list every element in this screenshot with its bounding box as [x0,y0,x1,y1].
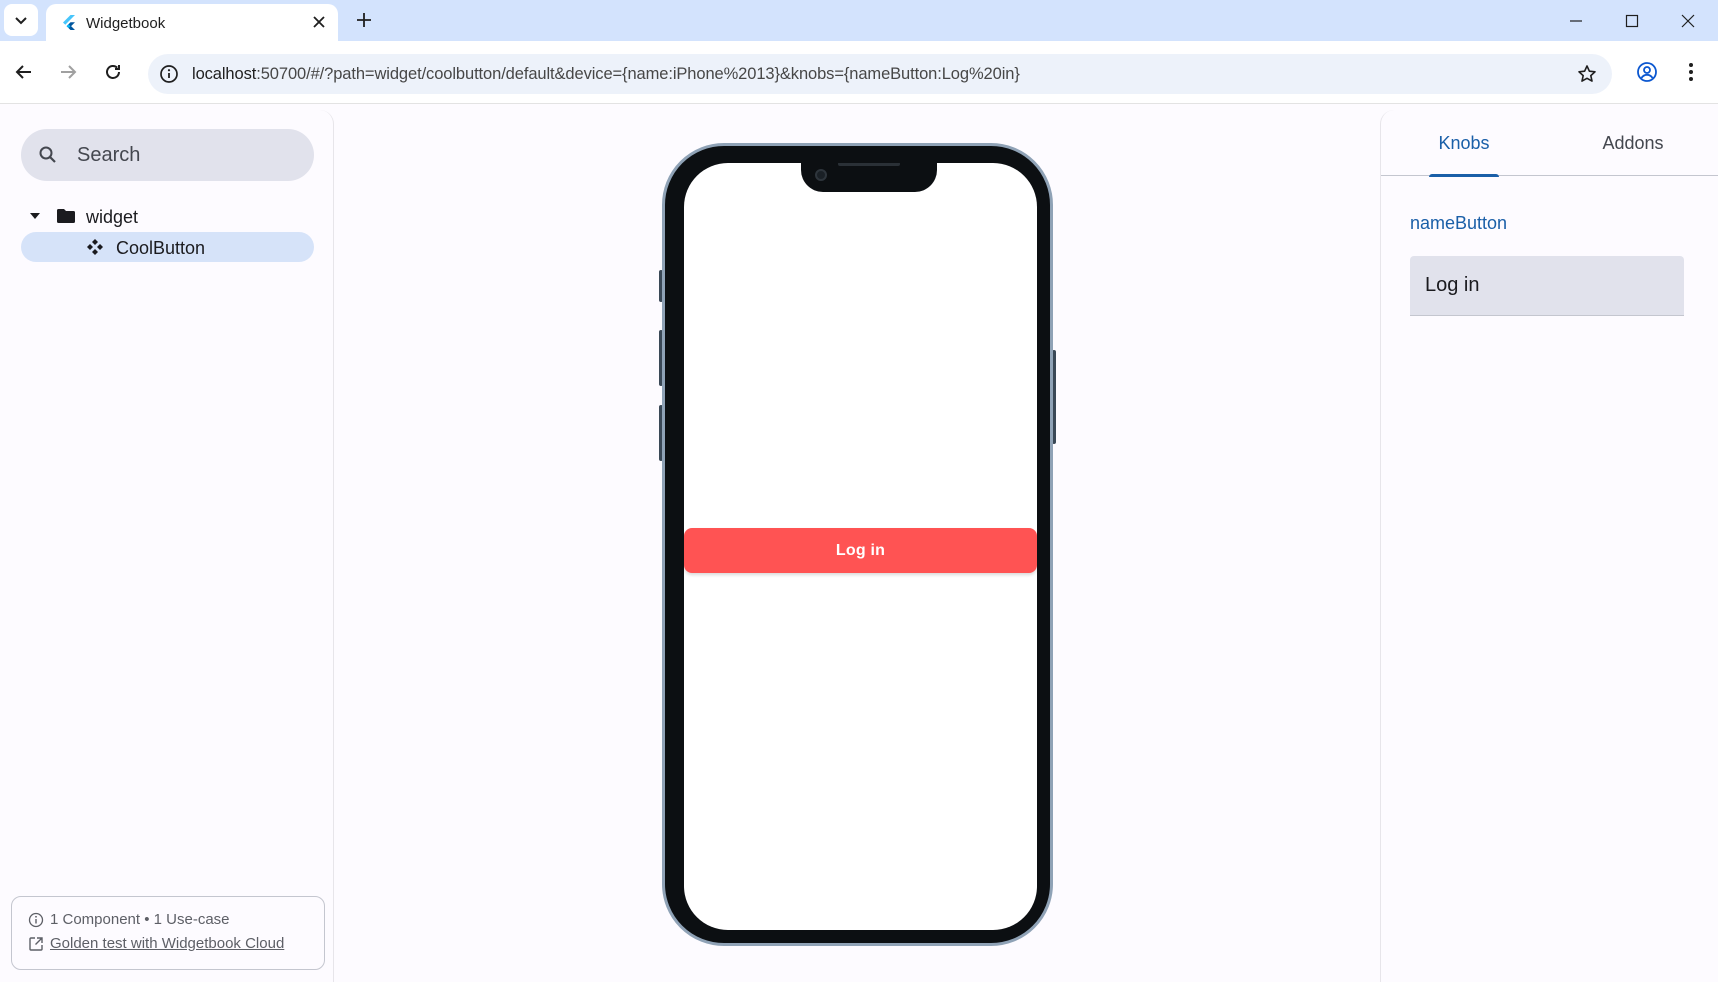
site-info-button[interactable] [158,63,180,85]
device-screen: Log in [684,163,1037,930]
new-tab-button[interactable] [350,6,378,34]
profile-button[interactable] [1630,55,1664,89]
browser-titlebar: Widgetbook [0,0,1718,41]
knob-label: nameButton [1410,213,1508,233]
stats-line: 1 Component • 1 Use-case [28,911,230,928]
camera-icon [815,169,827,181]
plus-icon [357,13,371,27]
reload-button[interactable] [96,55,130,89]
navigation-panel: widget CoolButton 1 Component • 1 Use-ca… [0,110,334,982]
arrow-right-icon [61,65,77,79]
maximize-button[interactable] [1604,0,1660,41]
tree-item-coolbutton[interactable]: CoolButton [21,232,314,262]
info-icon [28,912,44,927]
star-icon [1578,65,1596,82]
browser-toolbar: localhost:50700/#/?path=widget/coolbutto… [0,41,1718,104]
stats-text: 1 Component • 1 Use-case [50,911,230,928]
tab-search-button[interactable] [4,4,38,36]
flutter-icon [63,15,75,30]
url-host: localhost [192,65,257,83]
address-bar[interactable]: localhost:50700/#/?path=widget/coolbutto… [148,54,1612,94]
info-icon [160,65,178,83]
chevron-down-icon [15,17,27,25]
url-path: :50700/#/?path=widget/coolbutton/default… [256,65,1020,83]
tab-close-button[interactable] [308,11,330,33]
close-icon [313,16,325,28]
browser-tab[interactable]: Widgetbook [46,4,338,41]
reload-icon [106,65,120,79]
tab-knobs-label: Knobs [1438,132,1490,153]
profile-icon [1637,62,1657,82]
knobs-panel: Knobs Addons nameButton [1380,110,1718,982]
browser-menu-button[interactable] [1674,55,1708,89]
tab-active-indicator [1429,174,1499,177]
cool-button[interactable]: Log in [684,528,1037,573]
bookmark-button[interactable] [1576,63,1598,85]
cloud-link[interactable]: Golden test with Widgetbook Cloud [50,935,284,952]
external-link-icon [29,936,43,951]
arrow-left-icon [15,65,31,79]
knob-name-button-field[interactable] [1410,256,1684,316]
back-button[interactable] [7,55,41,89]
forward-button[interactable] [51,55,85,89]
device-speaker [838,163,900,166]
search-bar[interactable] [21,129,314,181]
maximize-icon [1625,14,1639,27]
stats-footer: 1 Component • 1 Use-case Golden test wit… [11,896,325,970]
window-close-button[interactable] [1660,0,1716,41]
tab-title: Widgetbook [86,15,166,32]
search-icon [39,146,56,163]
folder-icon [57,209,75,223]
close-icon [1681,14,1695,27]
device-notch [801,163,937,192]
component-icon [87,239,103,255]
url-text[interactable]: localhost:50700/#/?path=widget/coolbutto… [192,65,1020,84]
minimize-button[interactable] [1548,0,1604,41]
minimize-icon [1570,19,1582,22]
tab-addons-label: Addons [1602,132,1664,153]
panel-tabs: Knobs Addons [1381,110,1718,177]
device-frame-iphone: Log in [662,143,1053,946]
caret-down-icon[interactable] [27,208,43,224]
tree-folder-widget[interactable]: widget [21,201,314,231]
tree-item-label: CoolButton [116,238,206,258]
tab-knobs[interactable]: Knobs [1381,110,1547,177]
tab-addons[interactable]: Addons [1547,110,1718,176]
cloud-link-line[interactable]: Golden test with Widgetbook Cloud [28,935,284,952]
search-input[interactable] [77,129,297,181]
kebab-icon [1689,63,1693,81]
tree-folder-label: widget [86,207,139,227]
